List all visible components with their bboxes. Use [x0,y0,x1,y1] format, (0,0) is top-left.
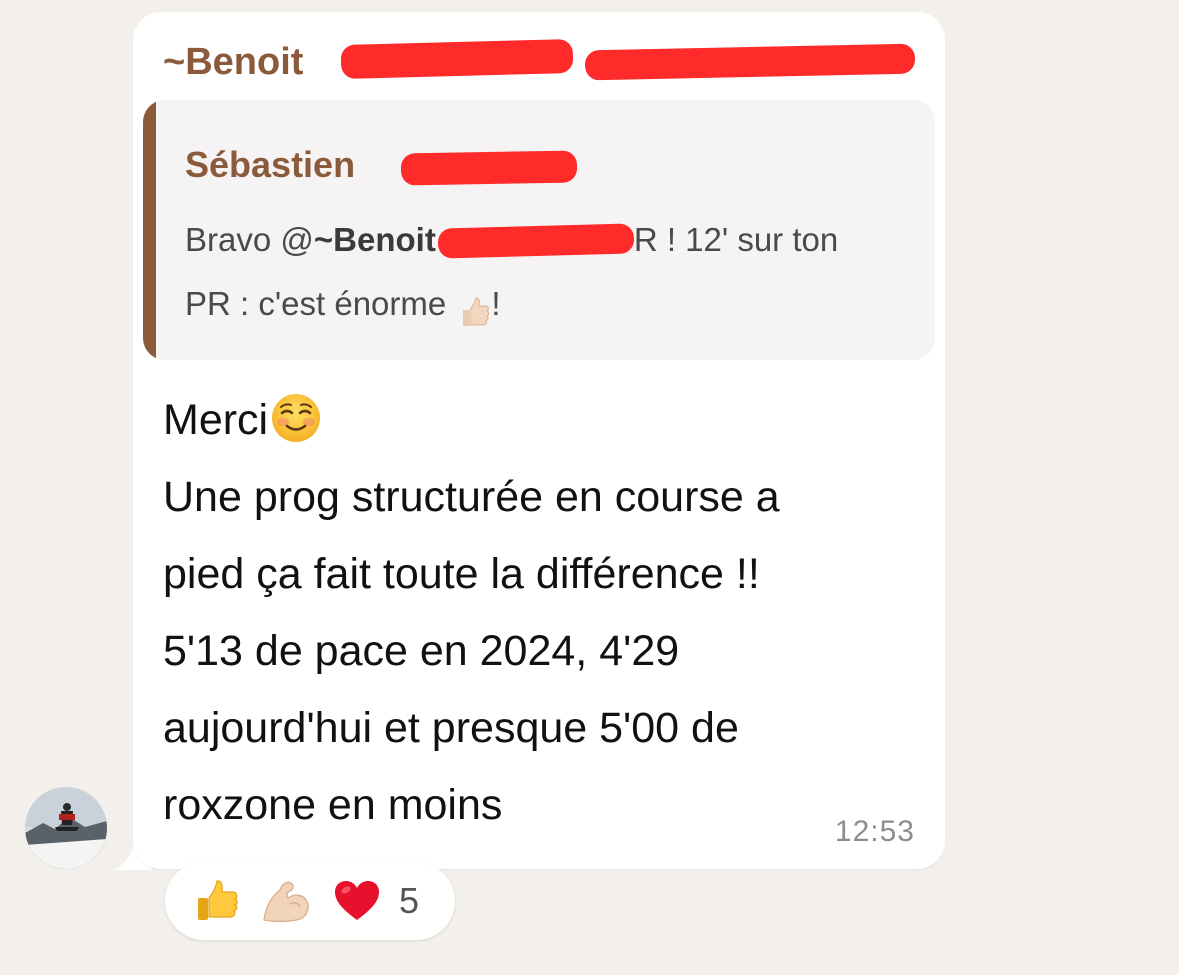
message-line: 5'13 de pace en 2024, 4'29 [163,627,680,675]
red-heart-icon [327,875,387,927]
message-bubble[interactable]: ~Benoit Sébastien Bravo @~Benoit R ! 12' … [133,12,945,869]
quoted-author: Sébastien [185,144,356,185]
chat-screen: ~Benoit Sébastien Bravo @~Benoit R ! 12' … [0,0,1179,975]
redaction-mark [437,223,635,259]
sender-avatar[interactable] [25,787,107,869]
sender-row: ~Benoit [163,40,303,84]
reaction-count: 5 [399,880,420,921]
message-line: pied ça fait toute la différence !! [163,550,760,598]
quoted-text-end: ! [491,285,501,322]
smiling-face-icon [270,392,322,444]
message-line: aujourd'hui et presque 5'00 de [163,704,739,752]
message-line: Une prog structurée en course a [163,473,780,521]
reactions-pill[interactable]: 5 [165,862,455,940]
redaction-mark [340,38,574,80]
sender-name[interactable]: ~Benoit [163,41,303,84]
quoted-text-start: Bravo @ [185,221,314,258]
quoted-mention: ~Benoit [313,221,436,258]
quoted-text-mid: R ! 12' sur ton [633,221,839,258]
message-line: Merci [163,382,923,459]
flexed-biceps-icon [257,875,317,927]
thumbs-up-icon [455,293,491,330]
quote-accent-bar [143,100,156,360]
quoted-text-line2: PR : c'est énorme [185,285,447,322]
message-timestamp: 12:53 [834,815,915,848]
message-text: Merci Une prog structurée en course a pi… [163,382,923,844]
message-line: roxzone en moins [163,781,503,829]
redaction-mark [584,43,916,81]
quoted-message[interactable]: Sébastien Bravo @~Benoit R ! 12' sur ton … [143,100,935,360]
quoted-text: Bravo @~Benoit R ! 12' sur ton PR : c'est… [185,208,915,336]
redaction-mark [400,150,578,186]
thumbs-up-icon [187,875,247,927]
